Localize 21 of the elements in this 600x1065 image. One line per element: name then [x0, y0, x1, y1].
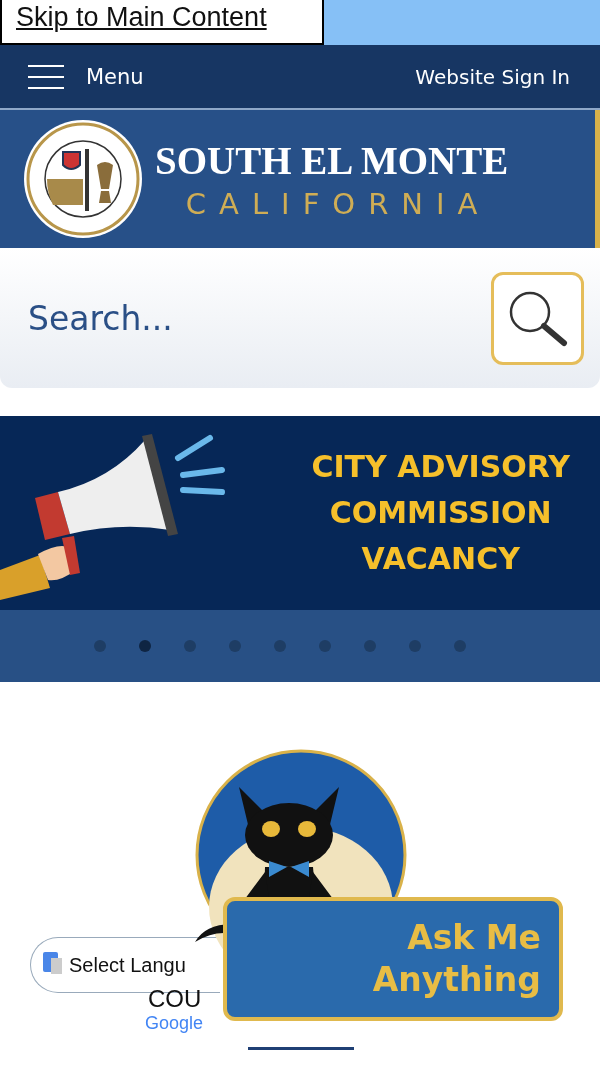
search-button[interactable] — [491, 271, 584, 365]
sign-in-link[interactable]: Website Sign In — [415, 64, 570, 89]
slide-indicator[interactable] — [139, 640, 151, 652]
slide-indicator[interactable] — [364, 640, 376, 652]
city-seal-icon — [23, 119, 143, 239]
city-name: SOUTH EL MONTE — [155, 137, 509, 183]
slide-indicator[interactable] — [454, 640, 466, 652]
menu-button[interactable]: Menu — [28, 63, 144, 90]
banner-headline: COMMISSION — [329, 494, 552, 532]
banner-headline: CITY ADVISORY — [311, 448, 570, 486]
state-name: CALIFORNIA — [185, 186, 491, 221]
menu-icon — [28, 63, 64, 90]
slide-indicator[interactable] — [229, 640, 241, 652]
slide-indicator[interactable] — [274, 640, 286, 652]
slide-indicator[interactable] — [184, 640, 196, 652]
banner-headline: VACANCY — [361, 540, 520, 578]
slide-indicator[interactable] — [409, 640, 421, 652]
google-logo: Google — [145, 1013, 204, 1033]
slide-indicator[interactable] — [94, 640, 106, 652]
slide-indicator[interactable] — [319, 640, 331, 652]
skip-link[interactable]: Skip to Main Content — [0, 0, 324, 45]
